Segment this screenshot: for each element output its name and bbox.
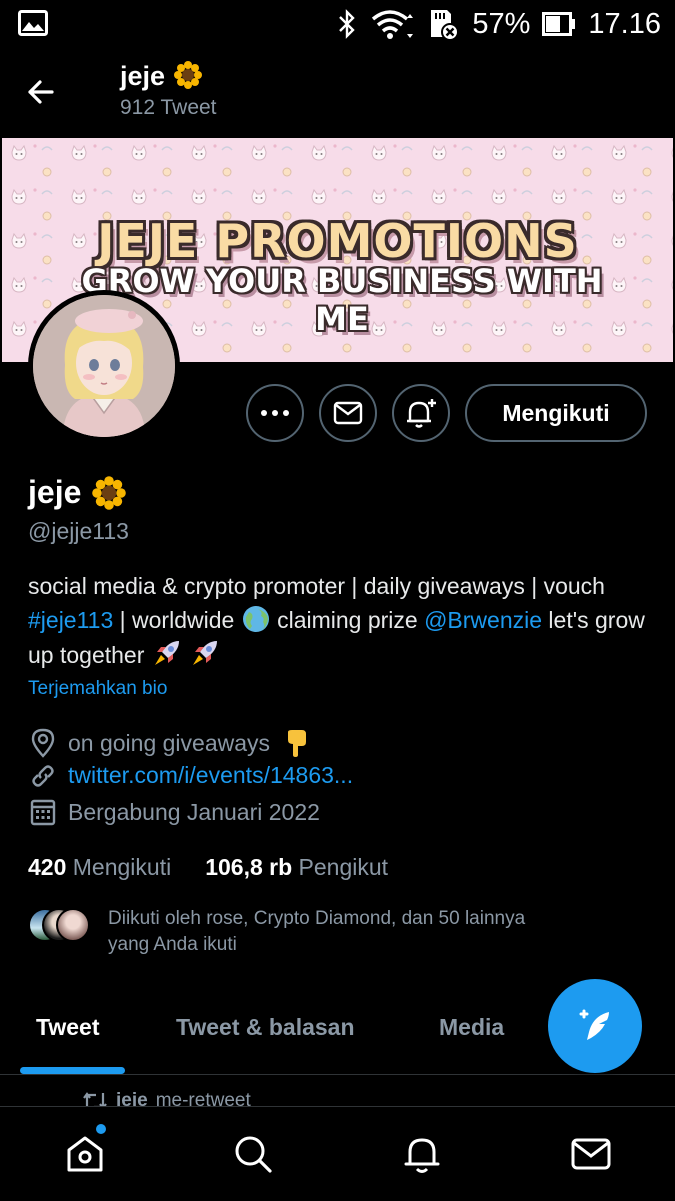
bell-plus-icon (407, 399, 436, 428)
header-title: jeje (120, 60, 203, 92)
followers-label: Pengikut (298, 854, 389, 880)
bio-hashtag-link[interactable]: #jeje113 (28, 607, 113, 633)
bio-text: claiming prize (270, 607, 425, 633)
following-count-link[interactable]: 420 Mengikuti (28, 854, 171, 881)
link-icon (32, 764, 54, 787)
bluetooth-icon (339, 9, 356, 39)
pointing-down-icon (288, 730, 307, 757)
more-dots-icon (261, 410, 289, 416)
tab-media[interactable]: Media (439, 1014, 504, 1041)
sunflower-icon (173, 61, 202, 89)
profile-joined: Bergabung Januari 2022 (30, 798, 320, 826)
followed-by[interactable]: Diikuti oleh rose, Crypto Diamond, dan 5… (28, 906, 648, 958)
compose-tweet-button[interactable] (548, 979, 642, 1073)
following-button[interactable]: Mengikuti (465, 384, 647, 442)
nav-home[interactable] (60, 1129, 110, 1179)
back-arrow-icon[interactable] (22, 74, 64, 110)
followed-by-line-2: yang Anda ikuti (108, 934, 237, 955)
location-text: on going giveaways (68, 729, 271, 756)
sunflower-icon (92, 475, 127, 510)
avatar[interactable] (28, 290, 180, 442)
battery-icon (542, 12, 576, 36)
profile-header: jeje 912 Tweet (0, 48, 675, 136)
nav-search[interactable] (228, 1129, 278, 1179)
active-tab-indicator (20, 1067, 125, 1074)
follow-counts: 420 Mengikuti 106,8 rb Pengikut (28, 854, 388, 881)
globe-icon (242, 606, 269, 632)
tab-tweets-replies[interactable]: Tweet & balasan (176, 1014, 355, 1041)
header-tweet-count: 912 Tweet (120, 96, 217, 119)
rocket-icon (193, 641, 218, 665)
rocket-icon (154, 641, 179, 665)
translate-bio-link[interactable]: Terjemahkan bio (28, 678, 167, 700)
calendar-icon (30, 799, 56, 826)
website-link[interactable]: twitter.com/i/events/14863... (68, 762, 353, 789)
follower-avatars (28, 908, 90, 942)
profile-name: jeje (28, 474, 82, 510)
profile-website: twitter.com/i/events/14863... (30, 762, 353, 789)
search-icon (235, 1136, 272, 1173)
compose-feather-icon (579, 1009, 609, 1040)
bio-text: social media & crypto promoter | daily g… (28, 573, 605, 599)
profile-handle: @jejje113 (28, 518, 129, 544)
bio-mention-link[interactable]: @Brwenzie (424, 607, 542, 633)
avatar-illustration (33, 295, 175, 437)
status-right: 57% 17.16 (336, 6, 661, 42)
avatar-image (33, 295, 175, 437)
mail-icon (333, 401, 363, 425)
bio-text: | worldwide (113, 607, 241, 633)
more-options-button[interactable] (246, 384, 304, 442)
sdcard-error-icon (431, 10, 460, 41)
notifications-toggle-button[interactable] (392, 384, 450, 442)
gallery-icon (18, 10, 48, 36)
home-notification-dot (96, 1124, 106, 1134)
clock: 17.16 (588, 7, 661, 40)
profile-bio: social media & crypto promoter | daily g… (28, 569, 648, 672)
followers-count-link[interactable]: 106,8 rb Pengikut (205, 854, 388, 881)
tab-tweets[interactable]: Tweet (36, 1014, 99, 1041)
battery-percent: 57% (472, 7, 531, 40)
profile-location: on going giveaways (30, 728, 310, 758)
followers-count: 106,8 rb (205, 854, 293, 880)
home-icon (67, 1136, 103, 1172)
follower-avatar (56, 908, 90, 942)
followed-by-line-1: Diikuti oleh rose, Crypto Diamond, dan 5… (108, 908, 526, 929)
messages-icon (571, 1138, 611, 1170)
nav-notifications[interactable] (397, 1129, 447, 1179)
following-label: Mengikuti (72, 854, 172, 880)
location-pin-icon (31, 728, 55, 758)
wifi-icon (372, 10, 414, 39)
profile-name-row: jeje (28, 474, 127, 511)
following-count: 420 (28, 854, 67, 880)
notifications-icon (404, 1138, 440, 1173)
banner-title: JEJE PROMOTIONS (97, 214, 578, 268)
message-button[interactable] (319, 384, 377, 442)
followed-by-text: Diikuti oleh rose, Crypto Diamond, dan 5… (108, 906, 525, 958)
bottom-navigation (0, 1106, 675, 1201)
nav-messages[interactable] (566, 1129, 616, 1179)
status-bar: 57% 17.16 (0, 0, 675, 48)
joined-text: Bergabung Januari 2022 (68, 798, 320, 825)
header-name: jeje (120, 61, 166, 91)
